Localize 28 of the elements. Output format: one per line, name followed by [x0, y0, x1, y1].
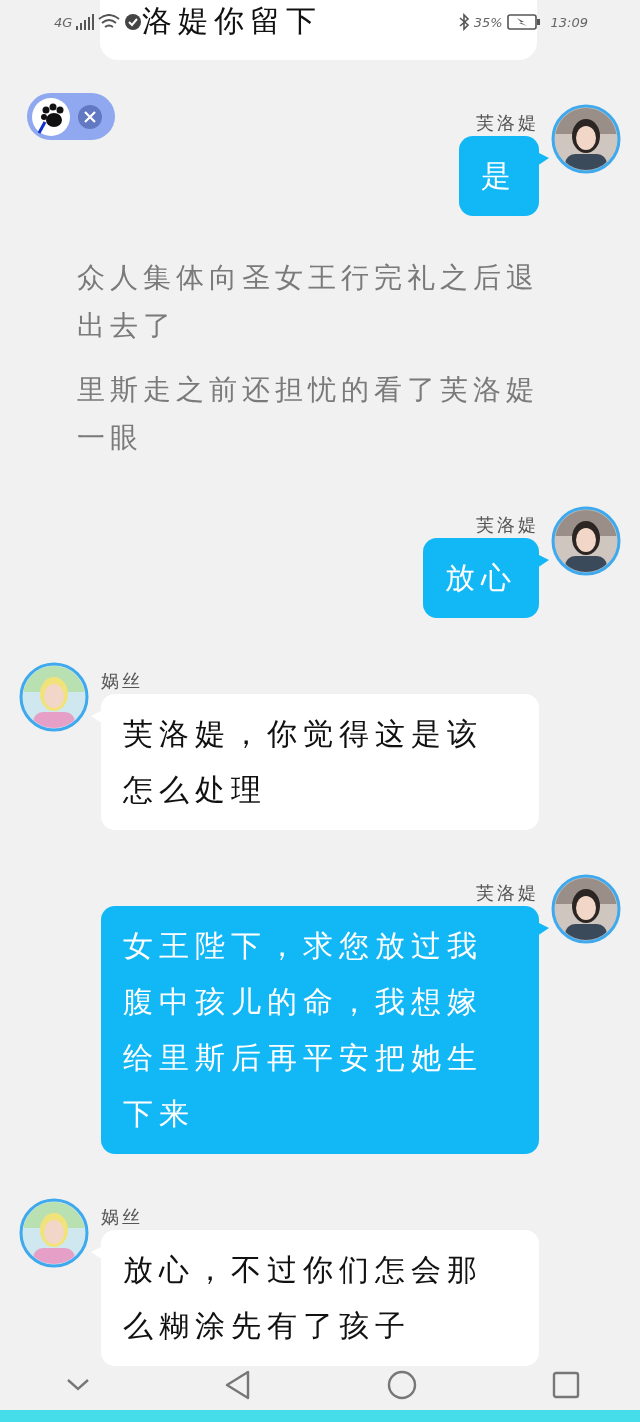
chevron-down-icon[interactable] — [66, 1378, 90, 1392]
wifi-icon — [98, 14, 121, 30]
bluetooth-icon — [457, 13, 470, 31]
home-icon[interactable] — [386, 1370, 417, 1400]
battery-charging-icon — [506, 14, 541, 30]
clock-time: 13:09 — [550, 14, 588, 30]
message-text: 芙洛媞，你觉得这是该怎么处理 — [123, 716, 483, 807]
sender-name: 娲丝 — [101, 1206, 143, 1228]
message-text: 放心 — [445, 560, 517, 595]
message-text: 洛媞你留下 — [142, 2, 322, 40]
recents-icon[interactable] — [552, 1371, 580, 1399]
sender-name: 芙洛媞 — [476, 112, 539, 134]
battery-percent: 35% — [473, 14, 503, 30]
sender-name: 芙洛媞 — [476, 514, 539, 536]
vpn-icon — [124, 13, 143, 31]
paw-icon[interactable] — [31, 96, 71, 137]
message-text: 女王陛下，求您放过我腹中孩儿的命，我想嫁给里斯后再平安把她生下来 — [123, 928, 483, 1131]
narration-text: 里斯走之前还担忧的看了芙洛媞一眼 — [76, 372, 540, 456]
close-icon[interactable] — [77, 103, 103, 130]
sender-name: 娲丝 — [101, 670, 143, 692]
network-type: 4G — [54, 14, 73, 30]
floating-widget[interactable] — [27, 93, 115, 140]
back-icon[interactable] — [225, 1370, 252, 1400]
message-text: 是 — [481, 158, 517, 193]
signal-icon — [76, 14, 95, 30]
narration-text: 众人集体向圣女王行完礼之后退出去了 — [76, 260, 540, 344]
message-text: 放心，不过你们怎会那么糊涂先有了孩子 — [123, 1252, 483, 1343]
sender-name: 芙洛媞 — [476, 882, 539, 904]
